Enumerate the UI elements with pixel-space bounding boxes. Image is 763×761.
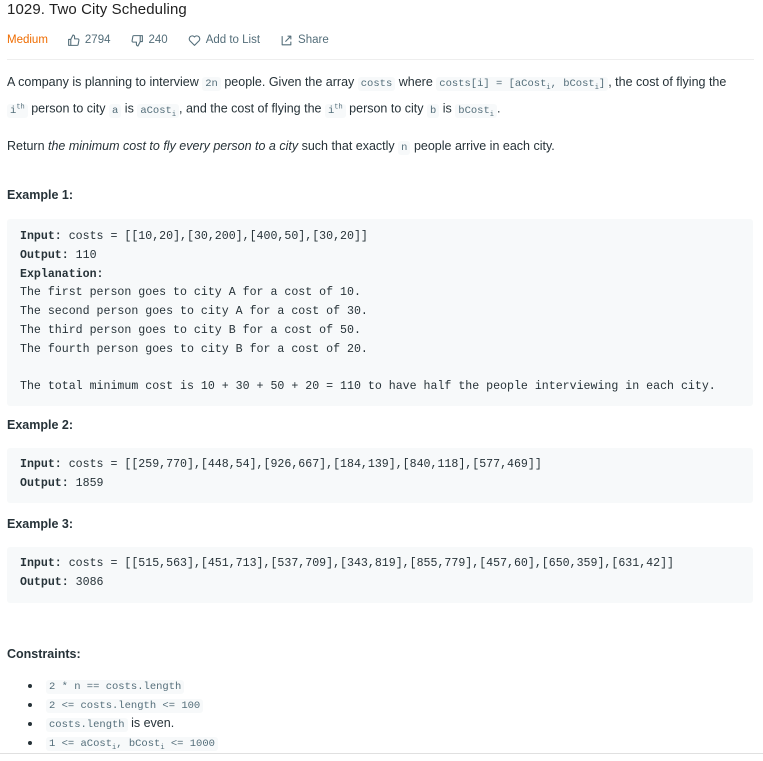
constraint-item: 2 <= costs.length <= 100 <box>28 695 218 714</box>
add-to-list-label: Add to List <box>205 34 261 46</box>
thumbs-down-icon <box>131 34 143 46</box>
example-3-output: Output: 3086 <box>20 575 104 589</box>
constraint-item: 2 * n == costs.length <box>28 676 218 695</box>
dislike-button[interactable]: 240 <box>131 34 168 47</box>
bottom-divider <box>0 753 763 754</box>
description-paragraph-2: Return the minimum cost to fly every per… <box>7 138 555 155</box>
example-3-block: Input: costs = [[515,563],[451,713],[537… <box>7 547 753 603</box>
example-2-block: Input: costs = [[259,770],[448,54],[926,… <box>7 448 753 503</box>
problem-title: 1029. Two City Scheduling <box>7 1 187 18</box>
example-2-input: Input: costs = [[259,770],[448,54],[926,… <box>20 458 542 471</box>
thumbs-up-icon <box>67 34 80 46</box>
explanation-line: The third person goes to city B for a co… <box>20 323 361 337</box>
constraint-item: costs.length is even. <box>28 714 218 733</box>
constraint-item: 1 <= aCosti, bCosti <= 1000 <box>28 733 218 752</box>
constraints-heading: Constraints: <box>7 647 81 661</box>
difficulty-badge: Medium <box>7 34 48 46</box>
constraints-list: 2 * n == costs.length 2 <= costs.length … <box>28 676 218 752</box>
share-label: Share <box>298 34 329 46</box>
description-paragraph-1: A company is planning to interview 2n pe… <box>7 75 727 119</box>
explanation-line <box>20 360 753 379</box>
explanation-line: The second person goes to city A for a c… <box>20 305 368 319</box>
example-2-heading: Example 2: <box>7 418 74 432</box>
explanation-line: The total minimum cost is 10 + 30 + 50 +… <box>20 380 716 394</box>
like-count: 2794 <box>84 34 111 46</box>
example-3-input: Input: costs = [[515,563],[451,713],[537… <box>20 557 674 570</box>
header-divider <box>7 59 754 60</box>
heart-icon <box>188 34 200 46</box>
explanation-line: The first person goes to city A for a co… <box>20 286 361 300</box>
example-2-output: Output: 1859 <box>20 476 104 490</box>
example-1-block: Input: costs = [[10,20],[30,200],[400,50… <box>7 219 753 406</box>
explanation-line: The fourth person goes to city B for a c… <box>20 342 368 356</box>
example-3-heading: Example 3: <box>7 517 74 531</box>
example-1-explanation-label: Explanation: <box>20 267 104 281</box>
example-1-heading: Example 1: <box>7 188 74 202</box>
problem-description: A company is planning to interview 2n pe… <box>7 73 735 158</box>
like-button[interactable]: 2794 <box>67 34 111 47</box>
share-icon <box>281 35 292 45</box>
problem-meta-bar: Medium 2794 240 Add to List Share <box>7 32 349 48</box>
example-1-output: Output: 110 <box>20 248 97 262</box>
add-to-list-button[interactable]: Add to List <box>188 34 260 47</box>
example-1-input: Input: costs = [[10,20],[30,200],[400,50… <box>20 230 368 243</box>
share-button[interactable]: Share <box>280 34 329 47</box>
dislike-count: 240 <box>148 34 168 46</box>
